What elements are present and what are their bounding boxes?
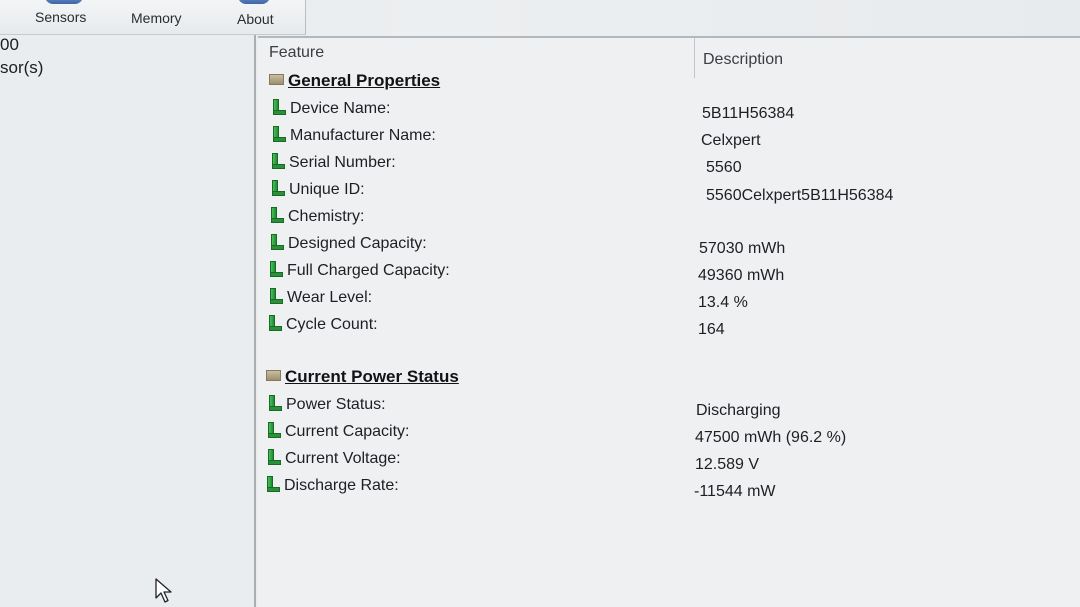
value-unique-id: 5560Celxpert5B11H56384 bbox=[706, 187, 894, 204]
feature-label: Discharge Rate: bbox=[284, 477, 399, 494]
table-row[interactable]: Current Voltage: bbox=[265, 448, 401, 468]
section-title: General Properties bbox=[288, 71, 441, 90]
feature-label: Current Voltage: bbox=[285, 450, 401, 467]
battery-property-icon bbox=[269, 152, 287, 170]
battery-property-icon bbox=[265, 421, 283, 439]
table-row[interactable]: Power Status: bbox=[266, 394, 386, 414]
feature-label: Wear Level: bbox=[287, 289, 373, 306]
tree-item[interactable]: 00 bbox=[0, 35, 19, 55]
battery-property-icon bbox=[264, 475, 282, 493]
mouse-cursor-icon bbox=[155, 578, 172, 603]
feature-label: Chemistry: bbox=[288, 208, 365, 225]
feature-label: Device Name: bbox=[290, 100, 391, 117]
feature-label: Serial Number: bbox=[289, 154, 396, 171]
device-tree-pane[interactable]: 00 sor(s) bbox=[0, 35, 256, 607]
value-current-voltage: 12.589 V bbox=[695, 456, 760, 473]
section-title: Current Power Status bbox=[285, 367, 459, 386]
column-header-feature[interactable]: Feature bbox=[269, 44, 324, 62]
value-cycle-count: 164 bbox=[698, 321, 725, 338]
feature-label: Designed Capacity: bbox=[288, 235, 427, 252]
battery-property-icon bbox=[268, 206, 286, 224]
value-manufacturer-name: Celxpert bbox=[701, 132, 761, 149]
sensors-icon bbox=[45, 0, 83, 4]
battery-property-icon bbox=[267, 287, 285, 305]
app-window: Sensors Memory About 00 sor(s) Feature D… bbox=[0, 0, 1080, 607]
column-header-description[interactable]: Description bbox=[703, 51, 783, 69]
value-wear-level: 13.4 % bbox=[698, 294, 748, 311]
folder-icon bbox=[265, 367, 283, 385]
battery-property-icon bbox=[269, 179, 287, 197]
value-current-capacity: 47500 mWh (96.2 %) bbox=[695, 429, 847, 446]
table-row[interactable]: Device Name: bbox=[270, 98, 390, 118]
column-divider[interactable] bbox=[694, 38, 695, 78]
value-discharge-rate: -11544 mW bbox=[694, 483, 776, 500]
table-row[interactable]: Unique ID: bbox=[269, 179, 365, 199]
feature-label: Manufacturer Name: bbox=[290, 127, 436, 144]
table-row[interactable]: Chemistry: bbox=[268, 206, 364, 226]
table-row[interactable]: Designed Capacity: bbox=[268, 233, 427, 253]
section-header-general-properties[interactable]: General Properties bbox=[268, 71, 440, 91]
feature-label: Unique ID: bbox=[289, 181, 365, 198]
feature-label: Cycle Count: bbox=[286, 316, 378, 333]
battery-property-icon bbox=[266, 394, 284, 412]
tab-about[interactable]: About bbox=[237, 11, 274, 27]
table-row[interactable]: Serial Number: bbox=[269, 152, 396, 172]
value-full-charged-capacity: 49360 mWh bbox=[698, 267, 785, 284]
tree-item[interactable]: sor(s) bbox=[0, 58, 43, 78]
value-power-status: Discharging bbox=[696, 402, 781, 419]
value-device-name: 5B11H56384 bbox=[702, 105, 795, 122]
battery-property-icon bbox=[265, 448, 283, 466]
feature-label: Full Charged Capacity: bbox=[287, 262, 450, 279]
tab-sensors[interactable]: Sensors bbox=[35, 9, 86, 25]
battery-property-icon bbox=[270, 125, 288, 143]
feature-label: Current Capacity: bbox=[285, 423, 410, 440]
battery-property-icon bbox=[266, 314, 284, 332]
value-designed-capacity: 57030 mWh bbox=[699, 240, 786, 257]
table-row[interactable]: Manufacturer Name: bbox=[270, 125, 436, 145]
table-row[interactable]: Wear Level: bbox=[267, 287, 372, 307]
folder-icon bbox=[268, 71, 286, 89]
feature-label: Power Status: bbox=[286, 396, 386, 413]
battery-property-icon bbox=[270, 98, 288, 116]
table-row[interactable]: Cycle Count: bbox=[266, 314, 378, 334]
section-header-current-power-status[interactable]: Current Power Status bbox=[265, 367, 459, 387]
table-row[interactable]: Full Charged Capacity: bbox=[267, 260, 450, 280]
table-row[interactable]: Discharge Rate: bbox=[264, 475, 399, 495]
table-row[interactable]: Current Capacity: bbox=[265, 421, 410, 441]
toolbar: Sensors Memory About bbox=[0, 0, 306, 35]
battery-property-icon bbox=[267, 260, 285, 278]
properties-pane: Feature Description General Properties D… bbox=[258, 36, 1080, 607]
battery-property-icon bbox=[268, 233, 286, 251]
tab-memory[interactable]: Memory bbox=[131, 10, 182, 26]
about-icon bbox=[238, 0, 270, 4]
value-serial-number: 5560 bbox=[706, 159, 742, 176]
